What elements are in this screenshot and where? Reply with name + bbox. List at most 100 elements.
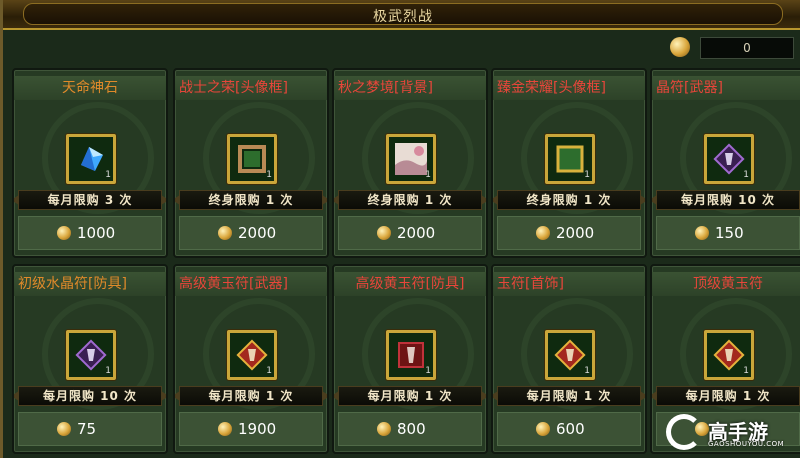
item-name: 初级水晶符[防具] [14, 272, 166, 296]
item-count: 1 [266, 170, 272, 180]
currency-amount: 0 [700, 37, 794, 59]
purchase-limit: 每月限购 1 次 [493, 386, 645, 406]
item-slot[interactable]: 1 [66, 134, 116, 184]
ribbon-right-decoration [481, 391, 486, 401]
purchase-limit: 每月限购 10 次 [14, 386, 166, 406]
shop-item-card[interactable]: 玉符[首饰] 1 每月限购 1 次 600 [491, 264, 647, 454]
ribbon-left-decoration [334, 195, 339, 205]
item-slot[interactable]: 1 [386, 134, 436, 184]
buy-button[interactable]: 800 [338, 412, 482, 446]
shop-item-card[interactable]: 臻金荣耀[头像框] 1 终身限购 1 次 2000 [491, 68, 647, 258]
gold-coin-icon [536, 422, 550, 436]
shop-item-card[interactable]: 天命神石 1 每月限购 3 次 1000 [12, 68, 168, 258]
item-count: 1 [105, 366, 111, 376]
purchase-limit: 每月限购 1 次 [334, 386, 486, 406]
buy-button[interactable]: 600 [497, 412, 641, 446]
gold-coin-icon [695, 226, 709, 240]
item-price: 150 [715, 224, 744, 242]
dark-red-talisman-icon [395, 339, 427, 371]
item-slot[interactable]: 1 [227, 330, 277, 380]
item-slot[interactable]: 1 [545, 134, 595, 184]
item-price: 600 [556, 420, 585, 438]
item-count: 1 [743, 366, 749, 376]
gold-coin-icon [536, 226, 550, 240]
purchase-limit: 终身限购 1 次 [493, 190, 645, 210]
buy-button[interactable]: 2000 [338, 216, 482, 250]
ribbon-left-decoration [493, 195, 498, 205]
ribbon-left-decoration [493, 391, 498, 401]
item-name: 玉符[首饰] [493, 272, 645, 296]
purchase-limit: 每月限购 1 次 [652, 386, 800, 406]
item-name: 臻金荣耀[头像框] [493, 76, 645, 100]
item-name: 战士之荣[头像框] [175, 76, 327, 100]
item-slot[interactable]: 1 [66, 330, 116, 380]
autumn-background-icon [395, 143, 427, 175]
purchase-limit-text: 每月限购 10 次 [680, 193, 776, 207]
buy-button[interactable]: 150 [656, 216, 800, 250]
purchase-limit-text: 每月限购 1 次 [208, 389, 294, 403]
shop-item-card[interactable]: 秋之梦境[背景] 1 终身限购 1 次 2000 [332, 68, 488, 258]
item-slot[interactable]: 1 [227, 134, 277, 184]
buy-button[interactable]: 1000 [18, 216, 162, 250]
item-name: 顶级黄玉符 [652, 272, 800, 296]
title-bar: 极武烈战 [3, 0, 800, 30]
ribbon-right-decoration [481, 195, 486, 205]
item-name: 秋之梦境[背景] [334, 76, 486, 100]
item-name: 天命神石 [14, 76, 166, 100]
gold-avatar-frame-icon [554, 143, 586, 175]
item-count: 1 [743, 170, 749, 180]
brand-logo-icon [666, 414, 702, 450]
item-price: 75 [77, 420, 97, 438]
shop-item-card[interactable]: 高级黄玉符[武器] 1 每月限购 1 次 1900 [173, 264, 329, 454]
item-slot[interactable]: 1 [704, 330, 754, 380]
item-count: 1 [425, 366, 431, 376]
item-name: 晶符[武器] [652, 76, 800, 100]
item-slot[interactable]: 1 [545, 330, 595, 380]
purchase-limit-text: 每月限购 1 次 [526, 389, 612, 403]
ribbon-left-decoration [652, 391, 657, 401]
gold-coin-icon [377, 226, 391, 240]
buy-button[interactable]: 75 [18, 412, 162, 446]
purple-talisman-icon [713, 143, 745, 175]
item-count: 1 [266, 366, 272, 376]
purchase-limit: 终身限购 1 次 [334, 190, 486, 210]
purchase-limit: 每月限购 1 次 [175, 386, 327, 406]
ribbon-left-decoration [14, 391, 19, 401]
purchase-limit: 每月限购 10 次 [652, 190, 800, 210]
purple-talisman-icon [75, 339, 107, 371]
ribbon-left-decoration [175, 391, 180, 401]
blue-crystal-icon [75, 143, 107, 175]
shop-window: 极武烈战 0 天命神石 1 每月限购 3 次 1000 战士之荣[头像框] 1 终身限购 1… [0, 0, 800, 458]
item-count: 1 [584, 366, 590, 376]
item-slot[interactable]: 1 [386, 330, 436, 380]
buy-button[interactable]: 2000 [497, 216, 641, 250]
item-name: 高级黄玉符[武器] [175, 272, 327, 296]
buy-button[interactable]: 2000 [179, 216, 323, 250]
gold-coin-icon [377, 422, 391, 436]
gold-coin-icon [57, 422, 71, 436]
buy-button[interactable]: 1900 [179, 412, 323, 446]
ribbon-right-decoration [322, 195, 327, 205]
avatar-frame-icon [236, 143, 268, 175]
red-talisman-icon [236, 339, 268, 371]
item-slot[interactable]: 1 [704, 134, 754, 184]
gold-coin-icon [670, 37, 690, 57]
item-price: 1000 [77, 224, 116, 242]
purchase-limit-text: 每月限购 1 次 [685, 389, 771, 403]
shop-item-card[interactable]: 晶符[武器] 1 每月限购 10 次 150 [650, 68, 800, 258]
purchase-limit-text: 每月限购 3 次 [47, 193, 133, 207]
item-count: 1 [105, 170, 111, 180]
gold-coin-icon [218, 422, 232, 436]
item-count: 1 [425, 170, 431, 180]
purchase-limit-text: 终身限购 1 次 [208, 193, 294, 207]
red-talisman-icon [554, 339, 586, 371]
shop-item-card[interactable]: 初级水晶符[防具] 1 每月限购 10 次 75 [12, 264, 168, 454]
watermark: 高手游 GAOSHOUYOU.COM [666, 414, 792, 450]
purchase-limit-text: 每月限购 10 次 [42, 389, 138, 403]
shop-item-card[interactable]: 战士之荣[头像框] 1 终身限购 1 次 2000 [173, 68, 329, 258]
item-price: 2000 [238, 224, 277, 242]
ribbon-left-decoration [652, 195, 657, 205]
shop-item-card[interactable]: 高级黄玉符[防具] 1 每月限购 1 次 800 [332, 264, 488, 454]
purchase-limit: 每月限购 3 次 [14, 190, 166, 210]
item-price: 2000 [397, 224, 436, 242]
